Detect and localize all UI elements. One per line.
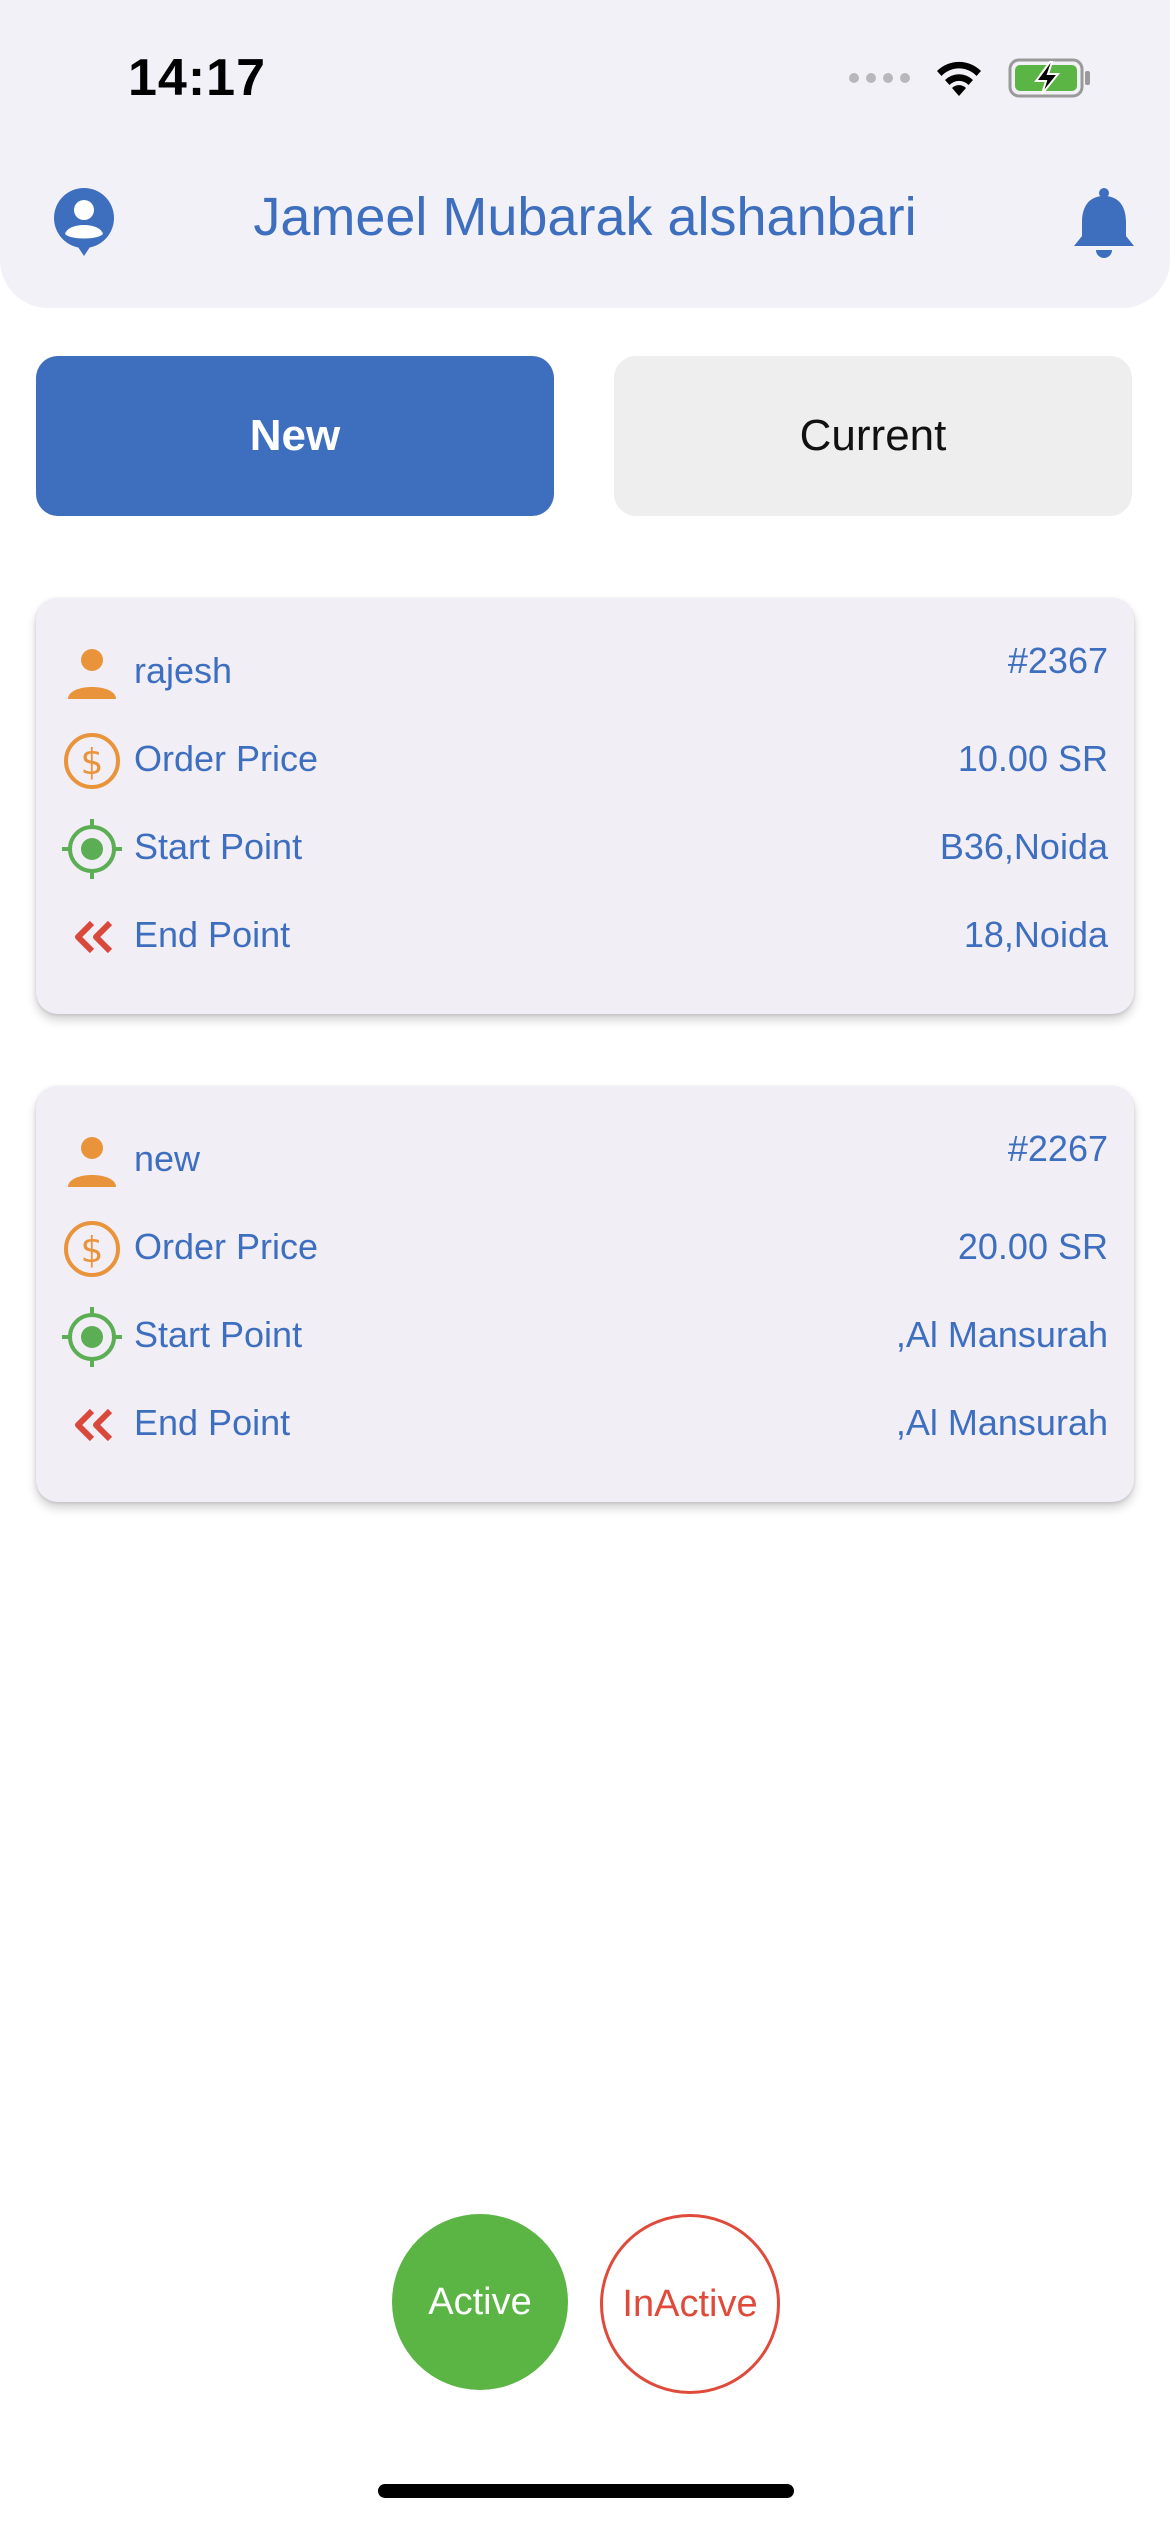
start-point: ,Al Mansurah: [895, 1314, 1108, 1355]
status-time: 14:17: [128, 49, 266, 107]
target-icon: [62, 1307, 122, 1367]
signal-dots-icon: [849, 73, 910, 83]
status-icons: [849, 56, 1092, 100]
person-icon: [68, 1137, 116, 1187]
active-button[interactable]: Active: [392, 2214, 568, 2390]
order-card[interactable]: new #2267 $ Order Price 20.00 SR Start P…: [36, 1086, 1134, 1502]
bell-icon[interactable]: [1068, 186, 1140, 262]
svg-text:$: $: [81, 742, 104, 783]
end-label: End Point: [134, 914, 291, 955]
inactive-button[interactable]: InActive: [600, 2214, 780, 2394]
order-price: 10.00 SR: [957, 738, 1108, 779]
price-row: $ Order Price 20.00 SR: [36, 1214, 1134, 1284]
battery-charging-icon: [1008, 58, 1090, 98]
customer-name: rajesh: [134, 650, 233, 691]
home-indicator: [378, 2484, 794, 2498]
order-price: 20.00 SR: [957, 1226, 1108, 1267]
order-id: #2267: [1007, 1128, 1108, 1169]
tab-new[interactable]: New: [36, 356, 554, 516]
tab-current[interactable]: Current: [614, 356, 1132, 516]
screen: 14:17 Jameel Mubarak alshanbari New Curr…: [0, 0, 1170, 2532]
start-label: Start Point: [134, 1314, 303, 1355]
price-label: Order Price: [134, 1226, 319, 1267]
wifi-icon: [937, 61, 981, 96]
end-row: End Point ,Al Mansurah: [36, 1390, 1134, 1460]
start-label: Start Point: [134, 826, 303, 867]
dollar-icon: $: [64, 733, 120, 789]
end-point: ,Al Mansurah: [895, 1402, 1108, 1443]
target-icon: [62, 819, 122, 879]
start-row: Start Point B36,Noida: [36, 814, 1134, 884]
customer-row: new #2267: [36, 1126, 1134, 1196]
person-icon: [68, 649, 116, 699]
order-card[interactable]: rajesh #2367 $ Order Price 10.00 SR Star…: [36, 598, 1134, 1014]
price-label: Order Price: [134, 738, 319, 779]
customer-row: rajesh #2367: [36, 638, 1134, 708]
double-chevron-left-icon: [75, 920, 113, 954]
order-id: #2367: [1007, 640, 1108, 681]
end-label: End Point: [134, 1402, 291, 1443]
header-title: Jameel Mubarak alshanbari: [253, 187, 917, 247]
start-point: B36,Noida: [939, 826, 1108, 867]
profile-icon[interactable]: [48, 186, 120, 258]
price-row: $ Order Price 10.00 SR: [36, 726, 1134, 796]
end-row: End Point 18,Noida: [36, 902, 1134, 972]
end-point: 18,Noida: [963, 914, 1108, 955]
start-row: Start Point ,Al Mansurah: [36, 1302, 1134, 1372]
dollar-icon: $: [64, 1221, 120, 1277]
customer-name: new: [134, 1138, 201, 1179]
app-header: 14:17 Jameel Mubarak alshanbari: [0, 0, 1170, 308]
svg-text:$: $: [81, 1230, 104, 1271]
double-chevron-left-icon: [75, 1408, 113, 1442]
